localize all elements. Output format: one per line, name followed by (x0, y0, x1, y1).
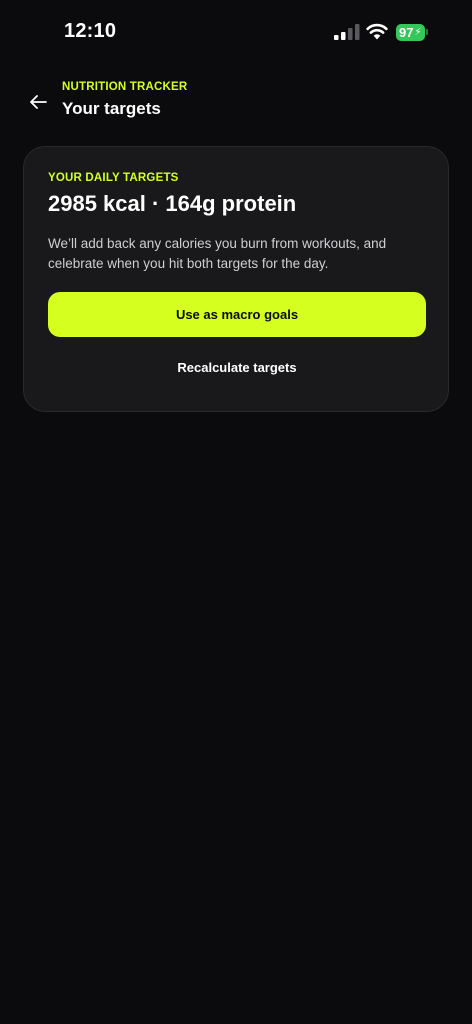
daily-targets-card: YOUR DAILY TARGETS 2985 kcal · 164g prot… (23, 146, 449, 412)
use-as-macro-goals-button[interactable]: Use as macro goals (48, 292, 426, 337)
header-eyebrow: NUTRITION TRACKER (62, 81, 188, 93)
status-time: 12:10 (64, 20, 117, 42)
battery-tip (425, 29, 428, 35)
battery-icon: 97 ⚡ (396, 23, 428, 41)
targets-description: We’ll add back any calories you burn fro… (48, 236, 387, 271)
wifi-icon (366, 23, 388, 40)
card-eyebrow: YOUR DAILY TARGETS (48, 172, 179, 184)
battery-percent: 97 (399, 24, 414, 40)
status-bar: 12:10 97 ⚡ (0, 0, 472, 64)
back-arrow-icon (30, 95, 47, 109)
cellular-signal-icon (334, 24, 360, 40)
recalculate-targets-button[interactable]: Recalculate targets (48, 355, 426, 379)
back-button[interactable] (24, 88, 52, 116)
battery-level: 97 ⚡ (396, 23, 425, 41)
lightning-bolt-icon: ⚡ (414, 26, 422, 38)
targets-headline: 2985 kcal · 164g protein (48, 191, 297, 216)
page-title: Your targets (62, 99, 161, 118)
